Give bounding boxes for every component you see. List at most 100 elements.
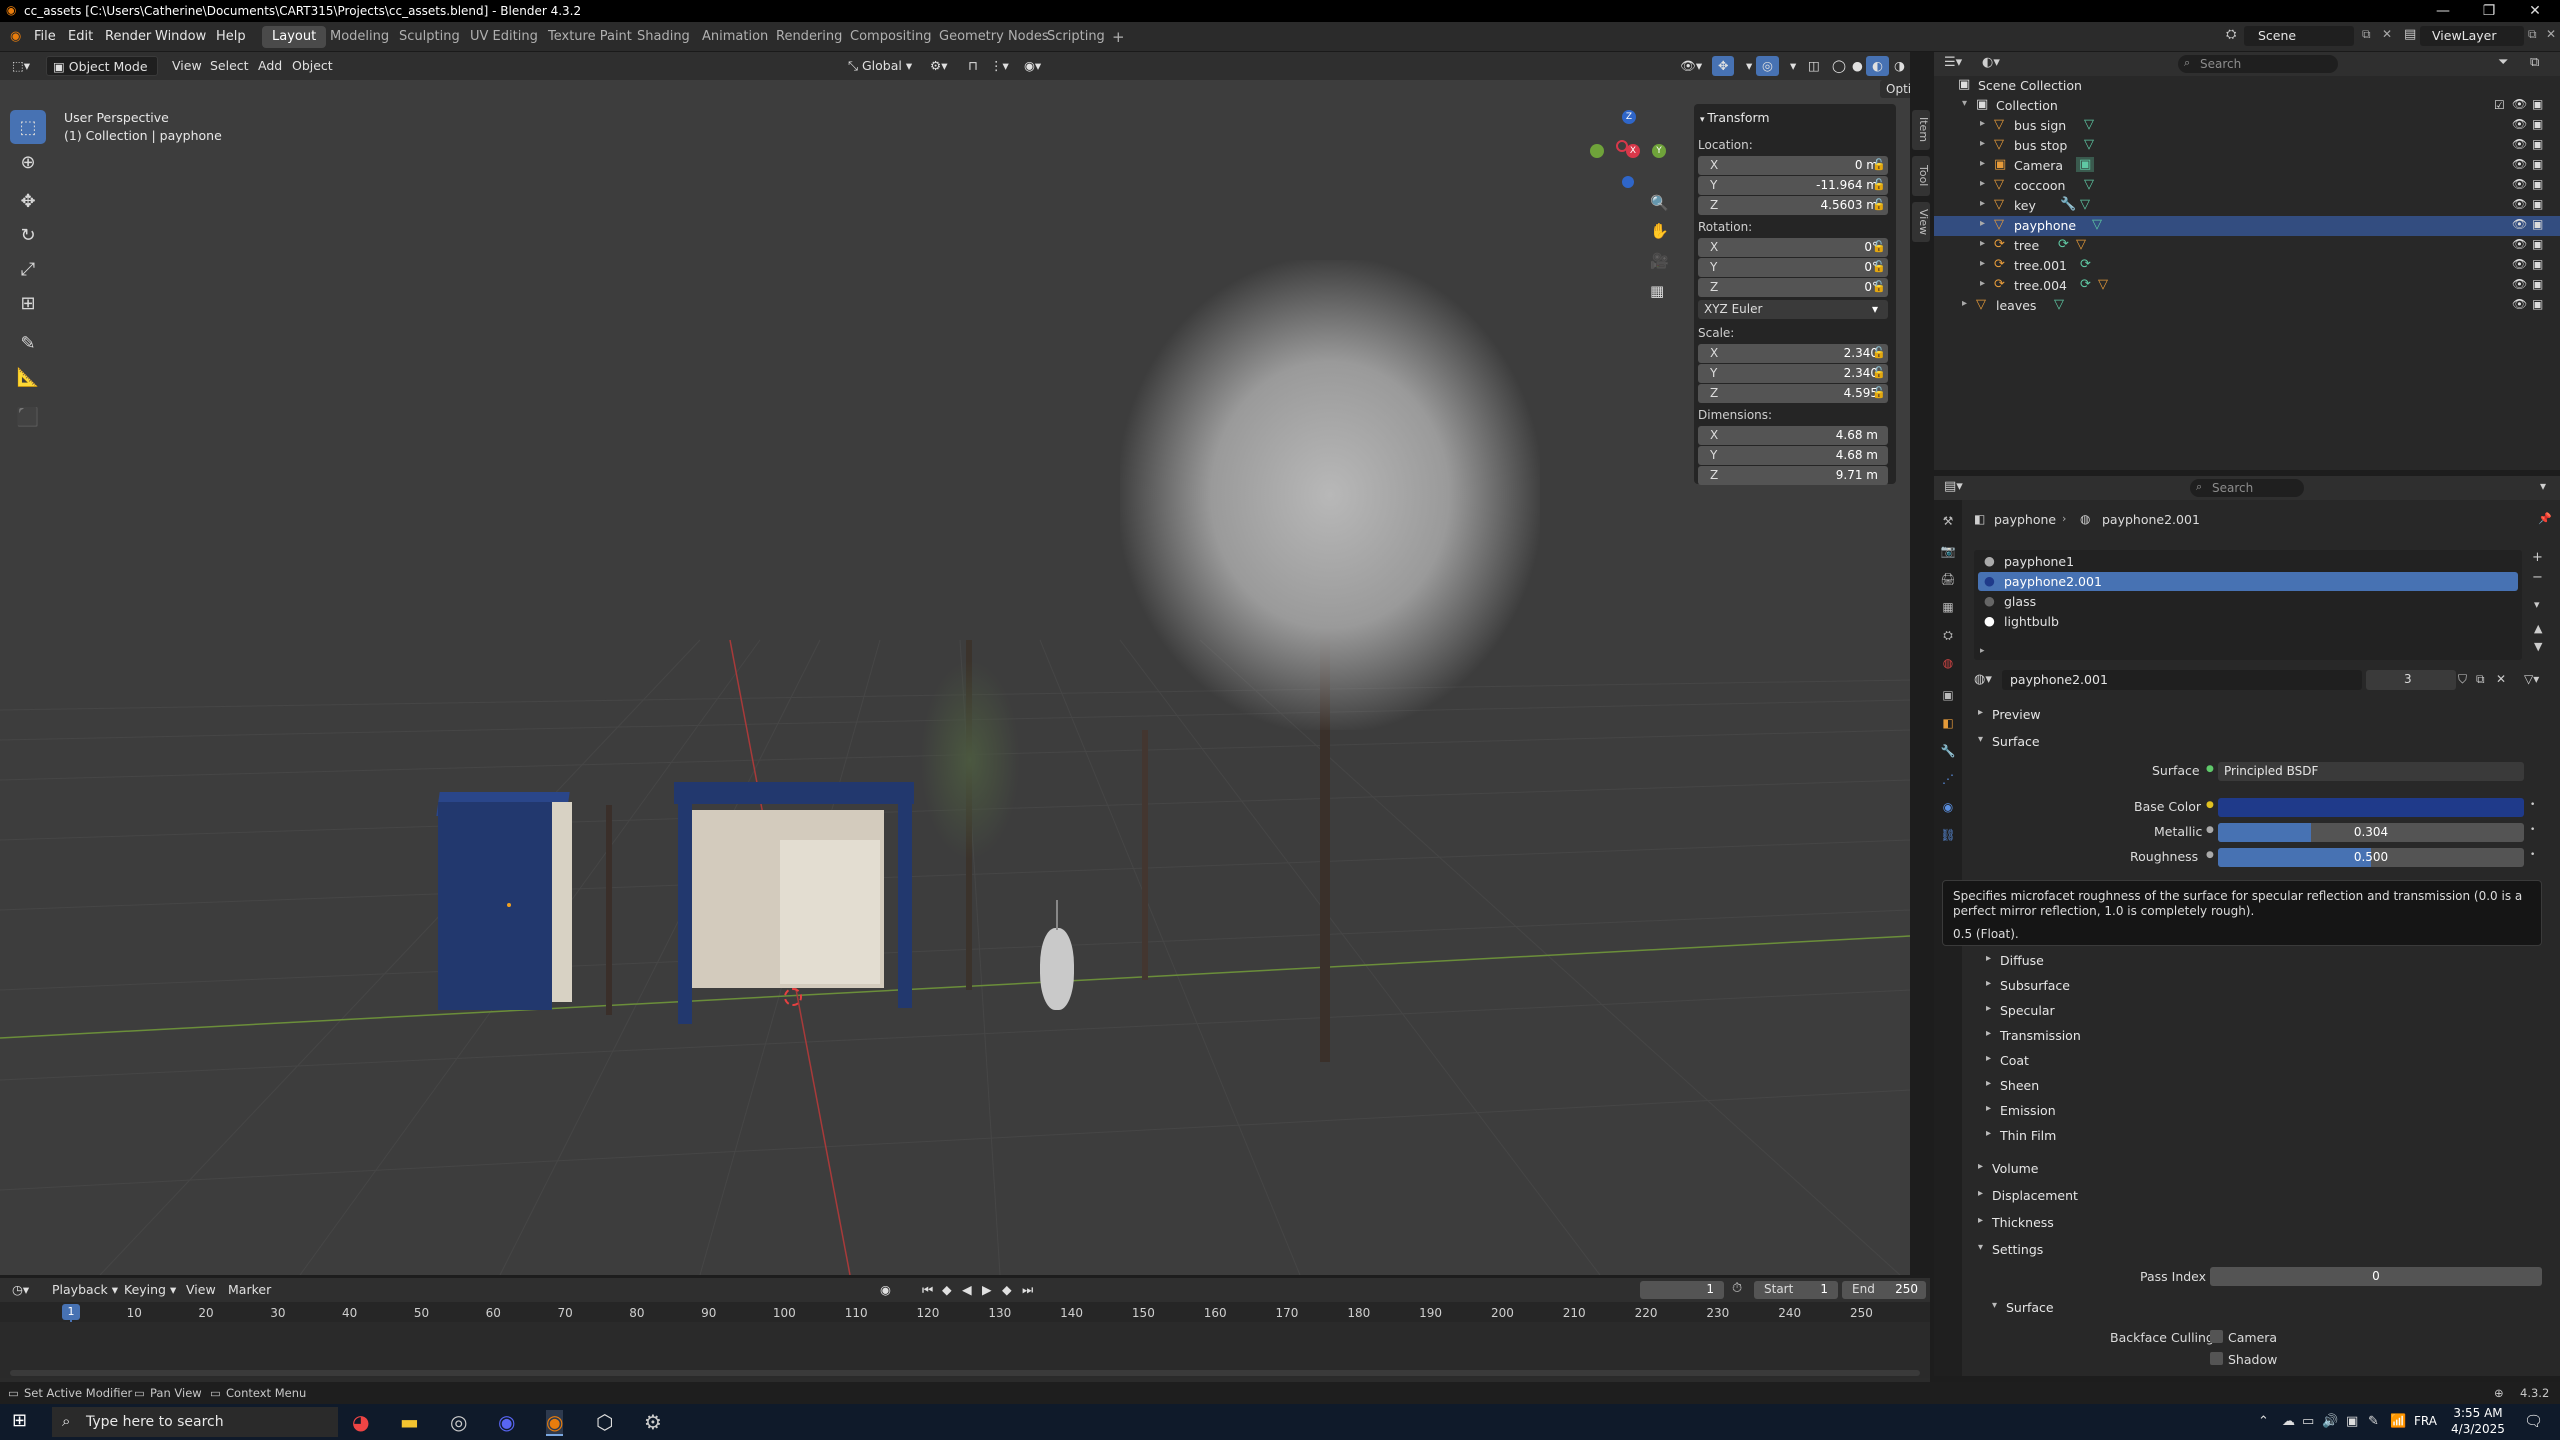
outliner-item-coccoon[interactable]: ▸ ▽ coccoon ▽ 👁 ▣	[1934, 176, 2560, 196]
transform-tool-icon[interactable]: ⊞	[10, 286, 46, 320]
tree-001-trunk[interactable]	[1142, 730, 1148, 980]
clock-date[interactable]: 4/3/2025	[2448, 1422, 2508, 1436]
drive-icon[interactable]: ▭	[2302, 1414, 2314, 1429]
filter-icon[interactable]: ⏷	[2498, 55, 2508, 70]
material-shading-icon[interactable]: ◐	[1866, 56, 1889, 76]
cloud-icon[interactable]: ☁	[2282, 1414, 2295, 1429]
section-displacement[interactable]: ▸ Displacement	[1978, 1185, 2548, 1209]
move-tool-icon[interactable]: ✥	[10, 184, 46, 218]
camera-render-icon[interactable]: ▣	[2532, 237, 2543, 251]
snap-target-icon[interactable]: ⋮▾	[984, 56, 1015, 76]
view-layer-tab-icon[interactable]: ▦	[1939, 598, 1957, 616]
blender-menu-icon[interactable]: ◉	[10, 29, 21, 44]
tab-compositing[interactable]: Compositing	[840, 26, 942, 48]
section-volume[interactable]: ▸ Volume	[1978, 1158, 2548, 1182]
menu-file[interactable]: File	[34, 29, 56, 44]
move-up-icon[interactable]: ▲	[2534, 622, 2542, 635]
camera-render-icon[interactable]: ▣	[2532, 117, 2543, 131]
tree-foliage[interactable]	[1120, 260, 1540, 730]
record-icon[interactable]: ◉	[874, 1280, 897, 1300]
object-tab-icon[interactable]: ◧	[1939, 714, 1957, 732]
start-frame-field[interactable]: Start 1	[1754, 1281, 1838, 1299]
sidebar-tab-item[interactable]: Item	[1912, 110, 1930, 150]
outliner-collection[interactable]: ▾ ▣ Collection ☑ 👁 ▣	[1934, 96, 2560, 116]
surface-shader-field[interactable]: Principled BSDF	[2218, 762, 2524, 781]
play-reverse-icon[interactable]: ◀	[956, 1280, 978, 1300]
measure-tool-icon[interactable]: 📐	[10, 360, 46, 394]
eye-icon[interactable]: 👁	[2512, 117, 2527, 131]
scale-z-field[interactable]: Z 4.595	[1698, 384, 1888, 403]
display-icon[interactable]: ▣	[2346, 1414, 2358, 1429]
timeline-scrollbar[interactable]	[10, 1370, 1920, 1376]
menu-view[interactable]: View	[166, 56, 208, 76]
menu-add[interactable]: Add	[252, 56, 288, 76]
subsection-subsurface[interactable]: ▸ Subsurface	[1986, 975, 2556, 999]
scene-selector[interactable]: Scene	[2244, 26, 2354, 46]
clock-time[interactable]: 3:55 AM	[2448, 1406, 2508, 1420]
rotation-z-field[interactable]: Z 0°	[1698, 278, 1888, 297]
chevron-right-icon[interactable]: ▸	[1980, 178, 1985, 189]
gizmo-neg-y-axis[interactable]	[1590, 144, 1604, 158]
material-name-field[interactable]: payphone2.001	[2002, 670, 2362, 690]
play-icon[interactable]: ▶	[976, 1280, 998, 1300]
chevron-right-icon[interactable]: ▸	[1980, 218, 1985, 229]
dimensions-z-field[interactable]: Z 9.71 m	[1698, 466, 1888, 485]
pass-index-field[interactable]: 0	[2210, 1267, 2542, 1286]
scale-x-field[interactable]: X 2.340	[1698, 344, 1888, 363]
camera-render-icon[interactable]: ▣	[2532, 177, 2543, 191]
cursor-tool-icon[interactable]: ⊕	[10, 145, 46, 179]
tab-sculpting[interactable]: Sculpting	[389, 26, 470, 48]
rotate-tool-icon[interactable]: ↻	[10, 218, 46, 252]
end-frame-field[interactable]: End 250	[1842, 1281, 1926, 1299]
scene-tab-icon[interactable]: ⛭	[1939, 626, 1957, 644]
annotate-tool-icon[interactable]: ✎	[10, 326, 46, 360]
outliner-item-camera[interactable]: ▸ ▣ Camera ▣ 👁 ▣	[1934, 156, 2560, 176]
eye-icon[interactable]: 👁	[2512, 177, 2527, 191]
camera-data-icon[interactable]: ▣	[2076, 157, 2095, 172]
chevron-right-icon[interactable]: ▸	[1980, 118, 1985, 129]
overlay-options-icon[interactable]: ▾	[1784, 56, 1802, 76]
scale-tool-icon[interactable]: ⤢	[10, 252, 46, 286]
chevron-down-icon[interactable]: ▾	[2540, 479, 2546, 493]
properties-search-field[interactable]: ⌕ Search	[2190, 479, 2304, 497]
language-indicator[interactable]: FRA	[2414, 1414, 2437, 1428]
wifi-icon[interactable]: 📶	[2390, 1414, 2406, 1429]
lock-icon[interactable]: 🔓	[1872, 280, 1886, 293]
link-mode-icon[interactable]: ▽▾	[2524, 672, 2539, 686]
snap-icon[interactable]: ⊓	[962, 56, 984, 76]
delete-scene-icon[interactable]: ✕	[2382, 27, 2392, 41]
lock-icon[interactable]: 🔓	[1872, 346, 1886, 359]
location-x-field[interactable]: X0 m	[1698, 156, 1888, 175]
chevron-right-icon[interactable]: ▸	[1980, 198, 1985, 209]
section-surface[interactable]: ▾ Surface	[1978, 731, 2548, 755]
outliner-scene-collection[interactable]: ▣ Scene Collection	[1934, 76, 2560, 96]
keying-menu[interactable]: Keying ▾	[118, 1280, 182, 1300]
child-object-icon[interactable]: ▽	[2076, 237, 2086, 252]
taskbar-search-field[interactable]: ⌕ Type here to search	[52, 1407, 338, 1437]
close-button[interactable]: ✕	[2512, 0, 2558, 22]
dimensions-x-field[interactable]: X 4.68 m	[1698, 426, 1888, 445]
outliner-item-tree[interactable]: ▸ ⟳ tree ⟳ ▽ 👁 ▣	[1934, 236, 2560, 256]
tool-tab-icon[interactable]: ⚒	[1939, 512, 1957, 530]
select-box-icon[interactable]: ⬚	[10, 110, 46, 144]
collection-tab-icon[interactable]: ▣	[1939, 686, 1957, 704]
particles-tab-icon[interactable]: ⋰	[1939, 770, 1957, 788]
tab-layout[interactable]: Layout	[262, 26, 327, 48]
subsection-coat[interactable]: ▸ Coat	[1986, 1050, 2556, 1074]
payphone-object[interactable]	[438, 802, 552, 1010]
material-slot[interactable]: ● payphone1	[1978, 552, 2518, 571]
eye-icon[interactable]: 👁	[2512, 257, 2527, 271]
pen-icon[interactable]: ✎	[2368, 1414, 2379, 1429]
chevron-right-icon[interactable]: ▸	[1980, 158, 1985, 169]
constraints-tab-icon[interactable]: ⛓	[1939, 826, 1957, 844]
navigation-gizmo[interactable]: Z X Y	[1590, 110, 1666, 188]
clock-icon[interactable]: ⏱	[1732, 1281, 1742, 1296]
outliner-search-field[interactable]: ⌕ Search	[2178, 55, 2338, 73]
app-icon[interactable]: ◎	[450, 1410, 467, 1434]
camera-render-icon[interactable]: ▣	[2532, 97, 2543, 111]
menu-window[interactable]: Window	[155, 29, 206, 44]
chevron-right-icon[interactable]: ▸	[1980, 138, 1985, 149]
discord-icon[interactable]: ◉	[498, 1410, 515, 1434]
chevron-down-icon[interactable]: ▾	[1962, 98, 1967, 109]
curve-data-icon[interactable]: ⟳	[2080, 257, 2091, 272]
